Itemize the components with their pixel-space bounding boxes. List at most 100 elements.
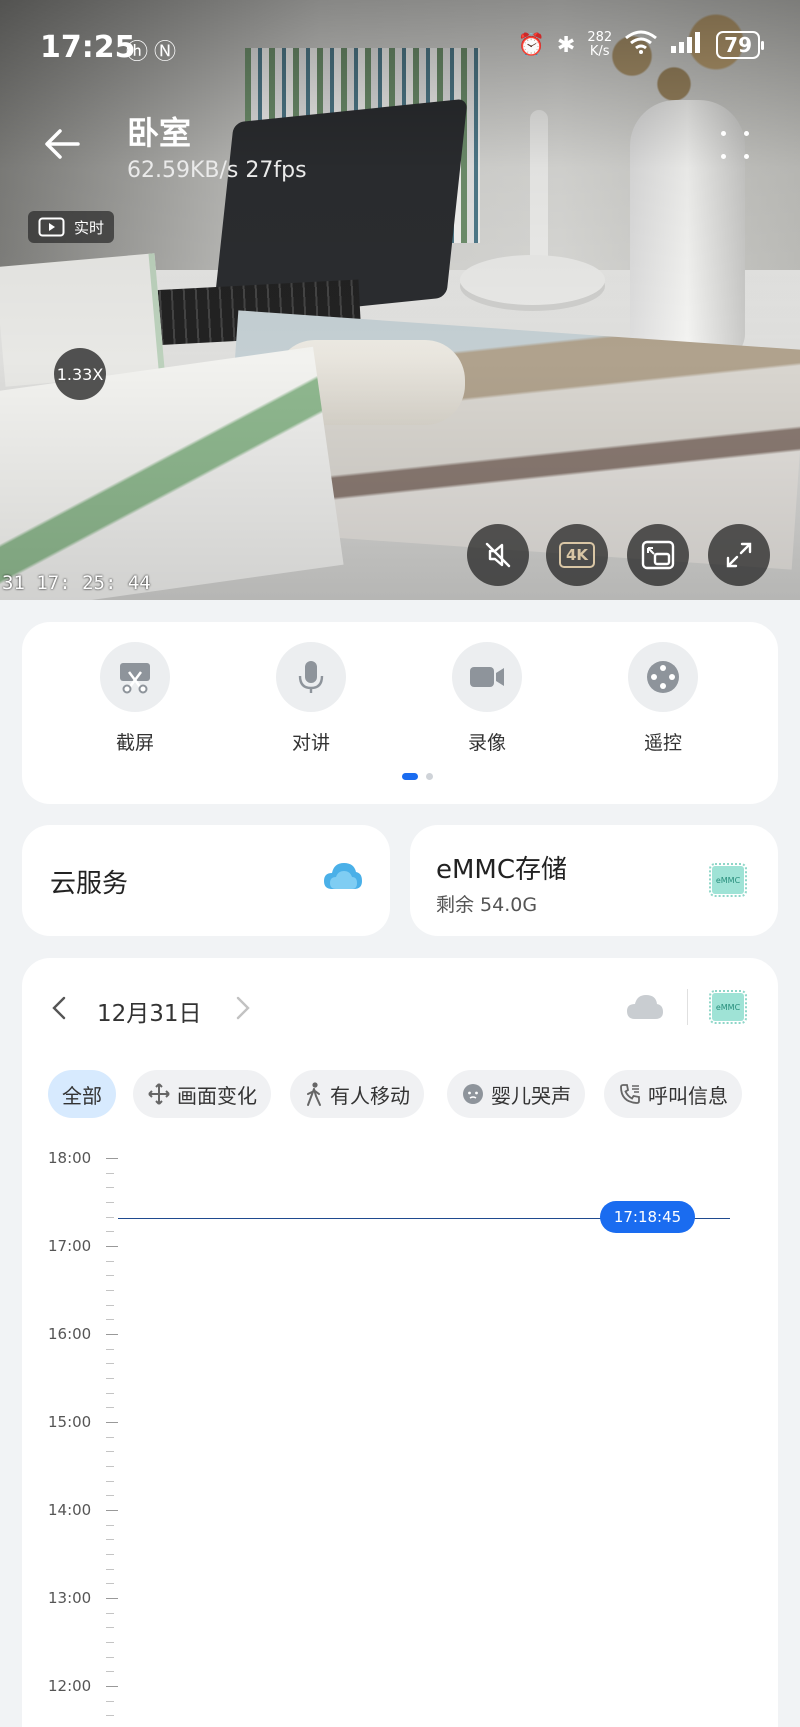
- time-tick: [106, 1495, 114, 1497]
- time-tick: [106, 1598, 118, 1599]
- filter-chip-label: 画面变化: [177, 1083, 257, 1108]
- baby-icon: [463, 1084, 483, 1104]
- picture-in-picture-button[interactable]: [627, 524, 689, 586]
- time-tick: [106, 1568, 114, 1570]
- time-tick: [106, 1231, 114, 1233]
- signal-icon: [670, 30, 704, 60]
- more-options-button[interactable]: [718, 128, 754, 164]
- hour-label: 17:00: [48, 1237, 92, 1255]
- time-tick: [106, 1172, 114, 1174]
- time-tick: [106, 1700, 114, 1702]
- hour-label: 16:00: [48, 1325, 92, 1343]
- filter-chip-scene-change[interactable]: 画面变化: [133, 1070, 271, 1118]
- zoom-level[interactable]: 1.33X: [54, 348, 106, 400]
- mute-button[interactable]: [467, 524, 529, 586]
- cloud-service-label: 云服务: [50, 869, 129, 899]
- time-tick: [106, 1524, 114, 1526]
- chevron-left-icon: [52, 996, 66, 1020]
- hour-label: 15:00: [48, 1413, 92, 1431]
- time-tick: [106, 1290, 114, 1291]
- screenshot-action[interactable]: 截屏: [75, 642, 195, 755]
- storage-remaining: 剩余 54.0G: [436, 894, 538, 916]
- quick-actions-card: 截屏 对讲 录像 遥控: [22, 622, 778, 804]
- mute-icon: [485, 542, 511, 568]
- page-dot-active: [402, 773, 418, 780]
- time-tick: [106, 1480, 114, 1482]
- pip-icon: [641, 540, 675, 570]
- record-action[interactable]: 录像: [427, 642, 547, 755]
- live-video-icon: [38, 217, 65, 237]
- filter-chip-label: 全部: [62, 1083, 102, 1108]
- cloud-icon: [322, 859, 364, 897]
- walking-person-icon: [307, 1082, 321, 1106]
- emmc-storage-card[interactable]: eMMC存储 剩余 54.0G eMMC: [410, 825, 778, 936]
- previous-day-button[interactable]: [48, 992, 72, 1024]
- time-tick: [106, 1304, 114, 1306]
- battery-indicator: 79: [716, 31, 764, 59]
- cloud-filter-button[interactable]: [625, 992, 665, 1026]
- fullscreen-icon: [726, 542, 752, 568]
- quality-4k-button[interactable]: 4K: [546, 524, 608, 586]
- hd-icon: ⓗ: [126, 40, 155, 65]
- live-badge: 实时: [28, 211, 115, 243]
- camera-video-frame: [0, 0, 800, 600]
- time-tick: [106, 1554, 114, 1555]
- intercom-action[interactable]: 对讲: [251, 642, 371, 755]
- action-label: 遥控: [643, 732, 682, 754]
- time-tick: [106, 1348, 114, 1350]
- storage-label: eMMC存储: [436, 855, 568, 885]
- hour-label: 14:00: [48, 1501, 92, 1519]
- camera-live-view[interactable]: 17:25 ⓗⓃ ⏰ ✱ 282 K/s 79 卧室 62.59KB/s 27f…: [0, 0, 800, 600]
- time-tick: [106, 1392, 114, 1394]
- time-tick: [106, 1510, 118, 1511]
- time-tick: [106, 1642, 114, 1643]
- time-tick: [106, 1158, 118, 1159]
- time-tick: [106, 1627, 114, 1629]
- live-badge-label: 实时: [74, 218, 105, 237]
- time-tick: [106, 1656, 114, 1658]
- filter-chip-person-moving[interactable]: 有人移动: [290, 1070, 424, 1118]
- selected-date[interactable]: 12月31日: [97, 994, 202, 1028]
- network-speed: 282 K/s: [587, 30, 613, 59]
- video-timestamp: 31 17: 25: 44: [2, 572, 151, 594]
- filter-chip-call-info[interactable]: 呼叫信息: [604, 1070, 742, 1118]
- status-time: 17:25: [40, 30, 136, 65]
- filter-chip-label: 呼叫信息: [648, 1083, 728, 1108]
- arrow-left-icon: [45, 129, 80, 159]
- action-label: 截屏: [115, 732, 154, 754]
- time-tick: [106, 1319, 114, 1321]
- time-tick: [106, 1436, 114, 1438]
- back-button[interactable]: [40, 122, 84, 166]
- cloud-service-card[interactable]: 云服务: [22, 825, 390, 936]
- current-time-marker[interactable]: 17:18:45: [600, 1201, 695, 1233]
- emmc-filter-button[interactable]: eMMC: [709, 990, 747, 1024]
- microphone-icon: [298, 661, 324, 693]
- time-tick: [106, 1539, 114, 1541]
- time-tick: [106, 1422, 118, 1423]
- page-title: 卧室: [127, 114, 192, 152]
- time-tick: [106, 1216, 114, 1218]
- status-left-icons: ⓗⓃ: [126, 34, 182, 66]
- divider: [687, 989, 688, 1025]
- time-tick: [106, 1187, 114, 1189]
- screenshot-icon: [120, 663, 150, 694]
- action-label: 录像: [467, 732, 506, 754]
- fullscreen-button[interactable]: [708, 524, 770, 586]
- status-right-icons: ⏰ ✱ 282 K/s 79: [517, 30, 764, 60]
- filter-chip-all[interactable]: 全部: [48, 1070, 116, 1118]
- filter-chip-label: 有人移动: [330, 1083, 410, 1108]
- time-tick: [106, 1671, 114, 1673]
- next-day-button[interactable]: [230, 992, 254, 1024]
- move-icon: [148, 1083, 170, 1105]
- timeline-card: 12月31日 eMMC 全部 画面变化 有人移动 婴儿哭声 呼叫信息 18:00…: [22, 958, 778, 1727]
- emmc-chip-icon: eMMC: [709, 863, 747, 897]
- 4k-icon: 4K: [558, 542, 596, 568]
- video-record-icon: [470, 667, 504, 687]
- remote-control-action[interactable]: 遥控: [603, 642, 723, 755]
- page-dot: [426, 773, 433, 780]
- time-tick: [106, 1407, 114, 1409]
- wifi-icon: [624, 30, 658, 60]
- bluetooth-icon: ✱: [556, 32, 576, 58]
- filter-chip-baby-crying[interactable]: 婴儿哭声: [447, 1070, 585, 1118]
- chevron-right-icon: [236, 996, 250, 1020]
